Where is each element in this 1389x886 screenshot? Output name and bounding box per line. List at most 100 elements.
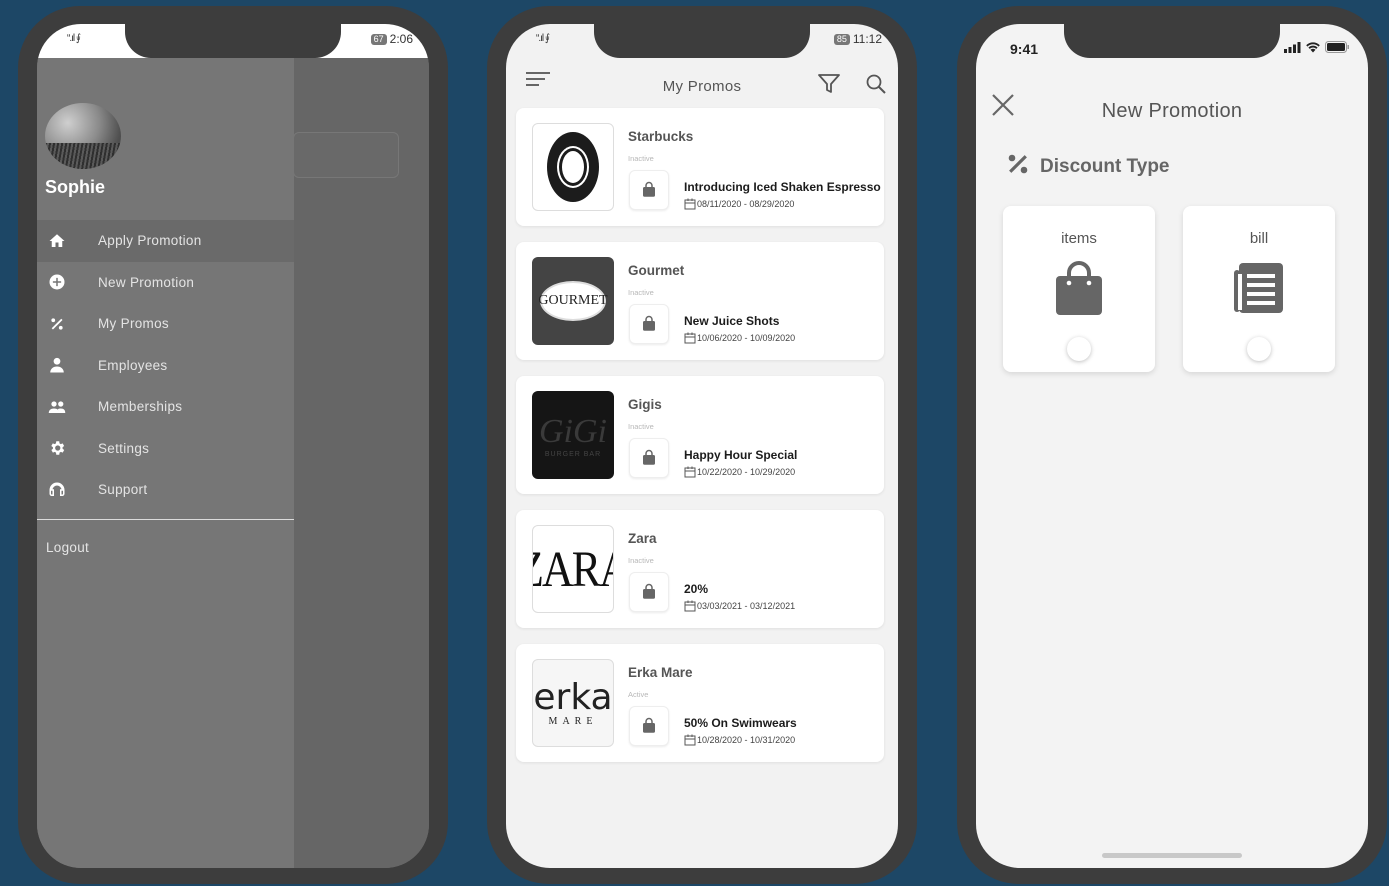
discount-type-bill-card[interactable]: bill: [1183, 206, 1335, 372]
battery-indicator: 67: [370, 33, 387, 45]
menu-item-label: Apply Promotion: [98, 233, 202, 249]
promo-status: Inactive: [628, 154, 654, 163]
promo-status: Inactive: [628, 288, 654, 297]
status-time: 11:12: [852, 32, 882, 46]
logout-button[interactable]: Logout: [37, 520, 294, 555]
promo-dates: 10/06/2020 - 10/09/2020: [697, 333, 796, 343]
promo-brand: Gigis: [628, 397, 662, 412]
group-icon: [37, 398, 77, 416]
menu-item-label: Settings: [98, 440, 150, 456]
promo-card[interactable]: Starbucks Inactive Introducing Iced Shak…: [516, 108, 884, 226]
menu-item-label: Support: [98, 482, 148, 498]
promo-dates: 08/11/2020 - 08/29/2020: [697, 199, 795, 209]
promo-title: Introducing Iced Shaken Espresso: [684, 180, 881, 194]
promo-brand: Gourmet: [628, 263, 685, 278]
promo-title: New Juice Shots: [684, 314, 780, 328]
radio-button-items[interactable]: [1067, 337, 1091, 361]
signal-icon: [1284, 41, 1301, 53]
phone-my-promos-screen: “.ıl ⨚ 85 11:12 My Promos Starbucks Inac…: [487, 6, 917, 884]
my-promos-screen: “.ıl ⨚ 85 11:12 My Promos Starbucks Inac…: [506, 24, 898, 868]
menu-item-settings[interactable]: Settings: [37, 428, 294, 470]
menu-item-employees[interactable]: Employees: [37, 345, 294, 387]
option-label: items: [1061, 230, 1097, 247]
percent-icon: [1006, 152, 1030, 181]
menu-item-label: New Promotion: [98, 274, 195, 290]
gourmet-logo: GOURMET: [532, 257, 614, 345]
promo-card[interactable]: GOURMET Gourmet Inactive New Juice Shots…: [516, 242, 884, 360]
promo-status: Inactive: [628, 556, 654, 565]
promo-brand: Erka Mare: [628, 665, 693, 680]
erka-mare-logo: erka MARE: [532, 659, 614, 747]
menu-item-label: Memberships: [98, 399, 183, 415]
section-label: Discount Type: [1040, 155, 1170, 177]
option-label: bill: [1249, 230, 1269, 247]
status-time: 2:06: [389, 32, 413, 46]
menu-item-my-promos[interactable]: My Promos: [37, 303, 294, 345]
shopping-bag-icon: [1003, 260, 1155, 316]
shopping-bag-icon: [629, 572, 669, 612]
promo-status: Active: [628, 690, 649, 699]
phone-drawer-screen: “.ıl ⨚ 67 2:06 Sophie Apply Promotion Ne…: [18, 6, 448, 884]
calendar-icon: [684, 466, 696, 478]
promo-dates: 10/28/2020 - 10/31/2020: [697, 735, 796, 745]
notch: [1064, 24, 1280, 58]
search-icon[interactable]: [866, 74, 886, 99]
notch: [594, 24, 810, 58]
drawer-screen: “.ıl ⨚ 67 2:06 Sophie Apply Promotion Ne…: [37, 24, 429, 868]
calendar-icon: [684, 600, 696, 612]
gear-icon: [37, 439, 77, 457]
menu-item-new-promotion[interactable]: New Promotion: [37, 262, 294, 304]
zara-logo: ZARA: [532, 525, 614, 613]
page-title: New Promotion: [1101, 100, 1243, 122]
shopping-bag-icon: [629, 304, 669, 344]
drawer-header: Sophie: [37, 58, 294, 220]
navigation-drawer: Sophie Apply Promotion New Promotion My …: [37, 58, 294, 868]
employee-icon: [37, 356, 77, 374]
discount-type-items-card[interactable]: items: [1003, 206, 1155, 372]
shopping-bag-icon: [629, 438, 669, 478]
signal-indicator: “.ıl ⨚: [67, 33, 81, 44]
promo-title: 50% On Swimwears: [684, 716, 797, 730]
battery-indicator: 85: [833, 33, 850, 45]
shopping-bag-icon: [629, 170, 669, 210]
plus-circle-icon: [37, 273, 77, 291]
promo-brand: Starbucks: [628, 129, 694, 144]
filter-icon[interactable]: [818, 74, 840, 99]
starbucks-logo: [532, 123, 614, 211]
calendar-icon: [684, 198, 696, 210]
user-name: Sophie: [45, 177, 106, 197]
promo-title: Happy Hour Special: [684, 448, 798, 462]
new-promotion-screen: 9:41 New Promotion Discount Type items b…: [976, 24, 1368, 868]
menu-item-memberships[interactable]: Memberships: [37, 386, 294, 428]
battery-icon: [1325, 41, 1349, 53]
home-indicator: [1102, 853, 1242, 858]
promo-card[interactable]: GiGi BURGER BAR Gigis Inactive Happy Hou…: [516, 376, 884, 494]
promo-card[interactable]: erka MARE Erka Mare Active 50% On Swimwe…: [516, 644, 884, 762]
app-bar: My Promos: [506, 58, 898, 108]
wifi-icon: [1306, 42, 1320, 53]
avatar[interactable]: [45, 103, 121, 169]
promo-dates: 03/03/2021 - 03/12/2021: [697, 601, 796, 611]
calendar-icon: [684, 734, 696, 746]
menu-item-apply-promotion[interactable]: Apply Promotion: [37, 220, 294, 262]
signal-indicator: “.ıl ⨚: [536, 33, 550, 44]
calendar-icon: [684, 332, 696, 344]
headset-icon: [37, 481, 77, 499]
gigis-logo: GiGi BURGER BAR: [532, 391, 614, 479]
promo-status: Inactive: [628, 422, 654, 431]
percent-icon: [37, 315, 77, 333]
promo-dates: 10/22/2020 - 10/29/2020: [697, 467, 796, 477]
phone-new-promotion-screen: 9:41 New Promotion Discount Type items b…: [957, 6, 1387, 884]
home-icon: [37, 232, 77, 250]
radio-button-bill[interactable]: [1247, 337, 1271, 361]
status-time: 9:41: [1010, 41, 1039, 57]
menu-item-support[interactable]: Support: [37, 469, 294, 511]
notch: [125, 24, 341, 58]
background-search-bar: [293, 132, 399, 178]
menu-item-label: Employees: [98, 357, 168, 373]
background-content-scrim[interactable]: [293, 58, 429, 868]
promo-card[interactable]: ZARA Zara Inactive 20% 03/03/2021 - 03/1…: [516, 510, 884, 628]
promo-list: Starbucks Inactive Introducing Iced Shak…: [516, 108, 884, 778]
receipt-icon: [1183, 260, 1335, 316]
promo-title: 20%: [684, 582, 709, 596]
